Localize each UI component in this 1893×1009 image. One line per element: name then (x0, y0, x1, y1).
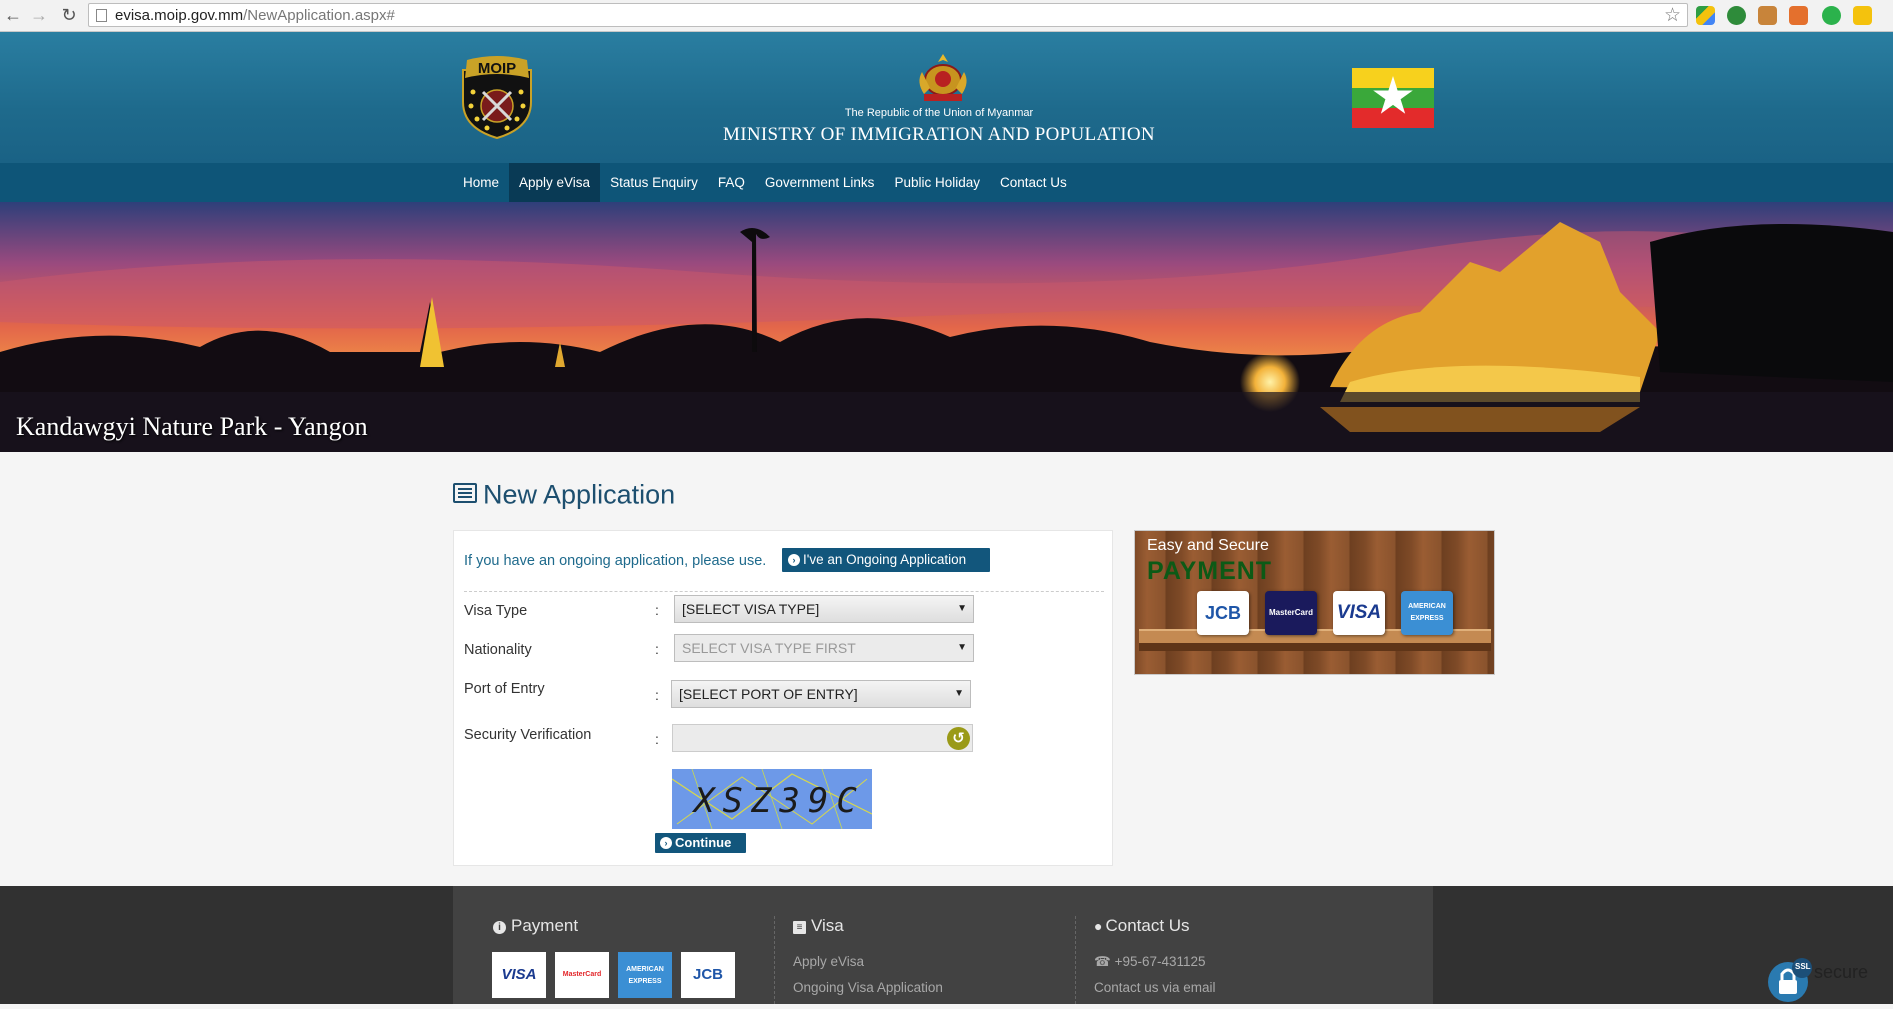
colon: : (655, 641, 659, 657)
bookmark-star-icon[interactable]: ☆ (1664, 4, 1681, 27)
ongoing-application-text: If you have an ongoing application, plea… (464, 553, 767, 569)
footer-contact-title: ● Contact Us (1094, 916, 1190, 935)
port-of-entry-label: Port of Entry (464, 681, 545, 697)
extension-icon[interactable] (1789, 6, 1808, 25)
extension-icon[interactable] (1822, 6, 1841, 25)
footer-divider (1075, 916, 1076, 1004)
chevron-down-icon: ▼ (954, 688, 964, 699)
visa-type-select[interactable]: [SELECT VISA TYPE] ▼ (674, 595, 974, 623)
colon: : (655, 602, 659, 618)
colon: : (655, 687, 659, 703)
banner-caption: Kandawgyi Nature Park - Yangon (16, 412, 368, 441)
mastercard-card-icon: MasterCard (1265, 591, 1317, 635)
ssl-secure-badge[interactable]: SSL secure (1766, 956, 1893, 1004)
footer-amex-card-icon: AMERICAN EXPRESS (618, 952, 672, 998)
nav-public-holiday[interactable]: Public Holiday (884, 163, 990, 202)
republic-text: The Republic of the Union of Myanmar (844, 107, 1034, 119)
main-content: New Application If you have an ongoing a… (0, 452, 1893, 886)
footer-mastercard-icon: MasterCard (555, 952, 609, 998)
captcha-image: XSZ39C (672, 769, 872, 829)
nav-faq[interactable]: FAQ (708, 163, 755, 202)
captcha-text: XSZ39C (694, 781, 865, 821)
chevron-down-icon: ▼ (957, 603, 967, 614)
hero-banner: Kandawgyi Nature Park - Yangon (0, 202, 1893, 452)
footer-payment-title: i Payment (493, 916, 578, 936)
divider (464, 591, 1104, 592)
logo-text: MOIP (478, 60, 516, 77)
visa-card-icon: VISA (1333, 591, 1385, 635)
site-header: MOIP The Republic of the Union of Myanma… (0, 32, 1893, 163)
nav-apply-evisa[interactable]: Apply eVisa (509, 163, 601, 202)
drive-extension-icon[interactable] (1696, 6, 1715, 25)
colon: : (655, 731, 659, 747)
page-icon (96, 9, 107, 22)
footer-visa-title: ≡ Visa (793, 916, 844, 936)
extension-icon[interactable] (1758, 6, 1777, 25)
visa-type-label: Visa Type (464, 603, 528, 619)
nav-home[interactable]: Home (453, 163, 509, 202)
address-bar[interactable]: evisa.moip.gov.mm/NewApplication.aspx# ☆ (88, 3, 1688, 27)
security-code-input[interactable] (672, 724, 973, 752)
ministry-title: MINISTRY OF IMMIGRATION AND POPULATION (723, 124, 1155, 145)
chevron-down-icon: ▼ (957, 642, 967, 653)
main-nav: Home Apply eVisa Status Enquiry FAQ Gove… (0, 163, 1893, 202)
phone-icon: ☎ (1094, 954, 1115, 969)
document-icon: ≡ (793, 921, 806, 934)
arrow-circle-icon: › (660, 837, 672, 849)
refresh-captcha-icon[interactable]: ↺ (947, 727, 970, 750)
footer-jcb-card-icon: JCB (681, 952, 735, 998)
map-marker-icon: ● (1094, 918, 1103, 934)
secure-label: secure (1814, 962, 1869, 982)
continue-button[interactable]: › Continue (655, 833, 746, 853)
nationality-label: Nationality (464, 642, 532, 658)
url-text: evisa.moip.gov.mm/NewApplication.aspx# (115, 7, 395, 24)
payment-banner: Easy and Secure PAYMENT JCB MasterCard V… (1134, 530, 1495, 675)
forward-icon[interactable]: → (28, 4, 50, 26)
reload-icon[interactable]: ↻ (58, 4, 80, 26)
moip-logo[interactable]: MOIP (457, 56, 537, 140)
shelf-shadow (1139, 643, 1491, 651)
arrow-circle-icon: › (788, 554, 800, 566)
extension-icon[interactable] (1727, 6, 1746, 25)
footer-link-apply-evisa[interactable]: Apply eVisa (793, 954, 864, 969)
back-icon[interactable]: ← (2, 4, 24, 26)
nav-government-links[interactable]: Government Links (755, 163, 885, 202)
payment-banner-line1: Easy and Secure (1147, 537, 1269, 554)
footer-inner: i Payment VISA MasterCard AMERICAN EXPRES… (453, 886, 1433, 1004)
ssl-label: SSL (1795, 962, 1811, 971)
footer-phone[interactable]: ☎ +95-67-431125 (1094, 954, 1206, 970)
list-icon (453, 483, 477, 503)
footer-link-ongoing-visa[interactable]: Ongoing Visa Application (793, 980, 943, 995)
state-emblem (919, 54, 967, 101)
page-title: New Application (453, 478, 675, 510)
jcb-card-icon: JCB (1197, 591, 1249, 635)
footer-divider (774, 916, 775, 1004)
footer-contact-email[interactable]: Contact us via email (1094, 980, 1216, 995)
nav-contact-us[interactable]: Contact Us (990, 163, 1077, 202)
application-form: If you have an ongoing application, plea… (453, 530, 1113, 866)
footer-visa-card-icon: VISA (492, 952, 546, 998)
port-of-entry-select[interactable]: [SELECT PORT OF ENTRY] ▼ (671, 680, 971, 708)
ongoing-application-button[interactable]: › I've an Ongoing Application (782, 548, 990, 572)
amex-card-icon: AMERICAN EXPRESS (1401, 591, 1453, 635)
browser-toolbar: ← → ↻ evisa.moip.gov.mm/NewApplication.a… (0, 0, 1893, 32)
info-icon: i (493, 921, 506, 934)
extension-icon[interactable] (1853, 6, 1872, 25)
myanmar-flag (1352, 68, 1434, 128)
nationality-select[interactable]: SELECT VISA TYPE FIRST ▼ (674, 634, 974, 662)
payment-banner-line2: PAYMENT (1147, 557, 1273, 585)
site-footer: i Payment VISA MasterCard AMERICAN EXPRES… (0, 886, 1893, 1004)
nav-status-enquiry[interactable]: Status Enquiry (600, 163, 708, 202)
security-verification-label: Security Verification (464, 727, 592, 743)
